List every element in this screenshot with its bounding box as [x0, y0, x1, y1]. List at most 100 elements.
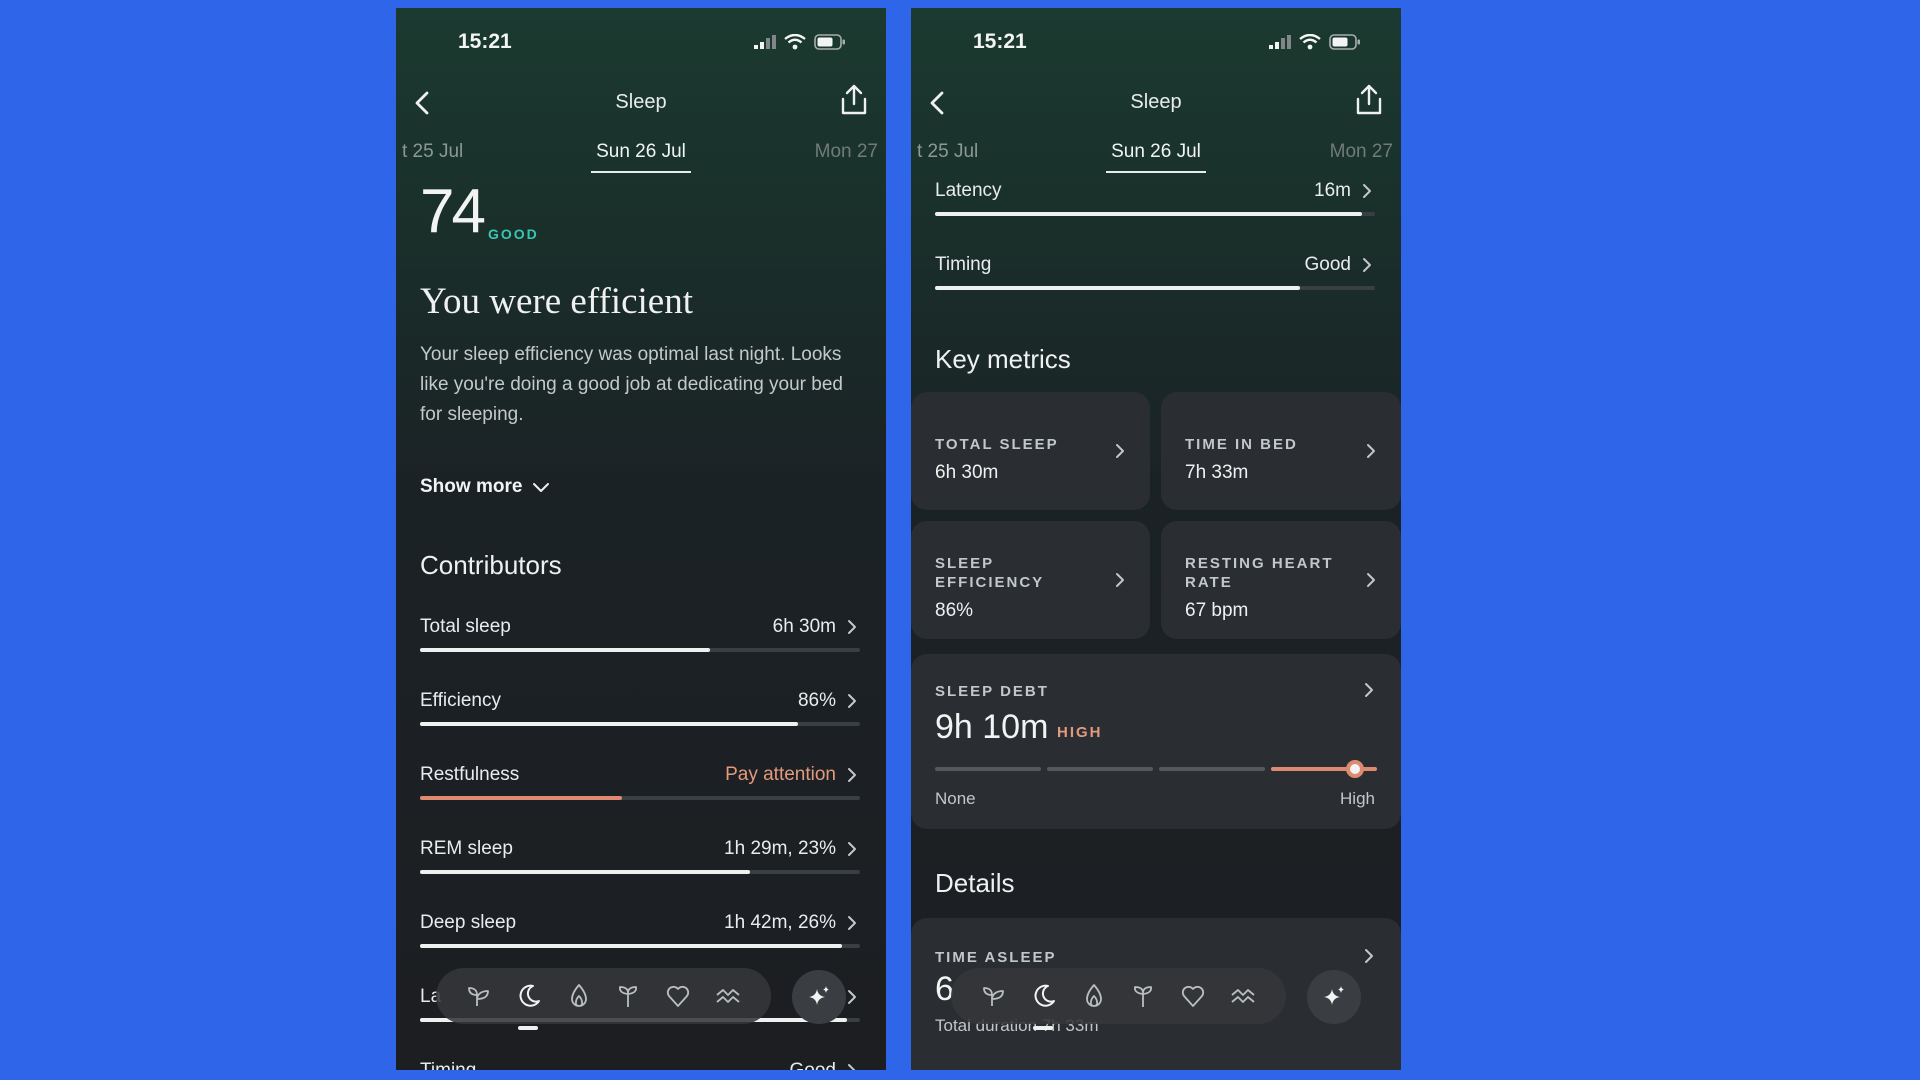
- date-tab-current[interactable]: Sun 26 Jul: [396, 141, 886, 163]
- contributor-progress-fill: [935, 212, 1362, 216]
- contributor-row[interactable]: Total sleep 6h 30m: [420, 616, 860, 676]
- contributor-row[interactable]: Deep sleep 1h 42m, 26%: [420, 912, 860, 972]
- insight-headline: You were efficient: [420, 281, 693, 322]
- active-tab-indicator: [1033, 1026, 1053, 1030]
- chevron-right-icon: [1367, 573, 1375, 587]
- contributor-value: 1h 42m, 26%: [724, 912, 836, 933]
- contributor-value: Good: [1304, 254, 1351, 275]
- contributor-row[interactable]: Restfulness Pay attention: [420, 764, 860, 824]
- chevron-right-icon: [848, 620, 856, 634]
- metric-value: 67 bpm: [1185, 600, 1249, 621]
- sparkle-icon: [1324, 986, 1344, 1005]
- moon-icon[interactable]: [1027, 979, 1061, 1013]
- sparkle-icon: [809, 986, 829, 1005]
- metric-card-sleep-efficiency[interactable]: SLEEP EFFICIENCY 86%: [911, 521, 1150, 639]
- scale-max-label: High: [1340, 789, 1375, 808]
- seedling-icon[interactable]: [1126, 979, 1160, 1013]
- metric-card-total-sleep[interactable]: TOTAL SLEEP 6h 30m: [911, 392, 1150, 510]
- contributor-row[interactable]: Latency 16m: [935, 180, 1375, 240]
- date-tab-indicator: [591, 171, 691, 173]
- flame-icon[interactable]: [562, 979, 596, 1013]
- status-icons: [1269, 34, 1361, 50]
- sleep-debt-level: HIGH: [1057, 724, 1103, 741]
- key-metrics-title: Key metrics: [935, 344, 1071, 374]
- sleep-screen-right: 15:21 Sleep t 25 Jul Sun 26 Jul Mon 27 L…: [911, 8, 1401, 1070]
- metric-value: 6h 30m: [935, 462, 999, 483]
- metric-card-time-in-bed[interactable]: TIME IN BED 7h 33m: [1161, 392, 1401, 510]
- contributor-value: 16m: [1314, 180, 1351, 201]
- chevron-right-icon: [848, 916, 856, 930]
- contributor-progress-track: [420, 870, 860, 874]
- chevron-right-icon: [1116, 444, 1124, 458]
- bottom-tab-bar: [951, 968, 1286, 1024]
- heart-icon[interactable]: [1176, 979, 1210, 1013]
- chevron-right-icon: [1363, 258, 1371, 272]
- contributor-progress-fill: [420, 944, 843, 948]
- contributor-label: Restfulness: [420, 764, 520, 785]
- debt-scale-segment: [935, 767, 1041, 771]
- metric-value: 86%: [935, 600, 974, 621]
- contributor-label: Deep sleep: [420, 912, 517, 933]
- chevron-right-icon: [1116, 573, 1124, 587]
- sleep-debt-value: 9h 10m: [935, 708, 1049, 746]
- assistant-button[interactable]: [792, 970, 846, 1024]
- contributor-progress-track: [935, 212, 1375, 216]
- metric-value: 7h 33m: [1185, 462, 1249, 483]
- battery-icon: [814, 34, 845, 50]
- chevron-right-icon: [848, 990, 856, 1004]
- date-tab-next[interactable]: Mon 27: [815, 141, 878, 163]
- sleep-screen-left: 15:21 Sleep t 25 Jul Sun 26 Jul Mon 27 7…: [396, 8, 886, 1070]
- moon-icon[interactable]: [512, 979, 546, 1013]
- contributor-progress-fill: [420, 796, 623, 800]
- contributor-progress-fill: [420, 870, 750, 874]
- chevron-right-icon: [1363, 184, 1371, 198]
- contributor-row[interactable]: Efficiency 86%: [420, 690, 860, 750]
- assistant-button[interactable]: [1307, 970, 1361, 1024]
- contributor-row[interactable]: Timing Good: [420, 1060, 860, 1070]
- status-time: 15:21: [458, 30, 512, 53]
- contributor-progress-track: [420, 722, 860, 726]
- active-tab-indicator: [518, 1026, 538, 1030]
- insight-summary: Your sleep efficiency was optimal last n…: [420, 344, 843, 425]
- heart-icon[interactable]: [661, 979, 695, 1013]
- debt-scale-marker: [1345, 760, 1364, 778]
- metric-label: TIME IN BED: [1185, 436, 1298, 453]
- metric-card-resting-heart-rate[interactable]: RESTING HEART RATE 67 bpm: [1161, 521, 1401, 639]
- debt-scale-segment: [1159, 767, 1265, 771]
- signal-icon: [1269, 35, 1291, 49]
- contributor-label: Efficiency: [420, 690, 501, 711]
- bottom-tab-bar: [436, 968, 771, 1024]
- date-tab-indicator: [1106, 171, 1206, 173]
- chevron-right-icon: [848, 694, 856, 708]
- date-tab-next[interactable]: Mon 27: [1330, 141, 1393, 163]
- wifi-icon: [1299, 34, 1321, 50]
- wifi-icon: [784, 34, 806, 50]
- share-button[interactable]: [1351, 82, 1387, 118]
- contributor-value: 86%: [797, 690, 836, 711]
- sprout-icon[interactable]: [977, 979, 1011, 1013]
- sprout-icon[interactable]: [462, 979, 496, 1013]
- page-title: Sleep: [615, 91, 667, 113]
- chevron-right-icon: [1367, 444, 1375, 458]
- contributor-value: 6h 30m: [772, 616, 836, 637]
- metric-label: SLEEP EFFICIENCY: [935, 555, 1045, 591]
- show-more-button[interactable]: Show more: [420, 476, 550, 498]
- contributor-progress-track: [420, 944, 860, 948]
- contributor-value: 1h 29m, 23%: [724, 838, 836, 859]
- scale-min-label: None: [935, 789, 976, 808]
- contributor-progress-track: [935, 286, 1375, 290]
- contributor-value: Good: [790, 1060, 836, 1070]
- contributor-progress-fill: [935, 286, 1301, 290]
- flame-icon[interactable]: [1077, 979, 1111, 1013]
- contributor-row[interactable]: Timing Good: [935, 254, 1375, 314]
- contributor-row[interactable]: REM sleep 1h 29m, 23%: [420, 838, 860, 898]
- chevron-right-icon: [848, 842, 856, 856]
- seedling-icon[interactable]: [611, 979, 645, 1013]
- battery-icon: [1329, 34, 1360, 50]
- contributor-label: Timing: [935, 254, 992, 275]
- show-more-label: Show more: [420, 476, 523, 497]
- waves-icon[interactable]: [711, 979, 745, 1013]
- date-tab-current[interactable]: Sun 26 Jul: [911, 141, 1401, 163]
- waves-icon[interactable]: [1226, 979, 1260, 1013]
- share-button[interactable]: [836, 82, 872, 118]
